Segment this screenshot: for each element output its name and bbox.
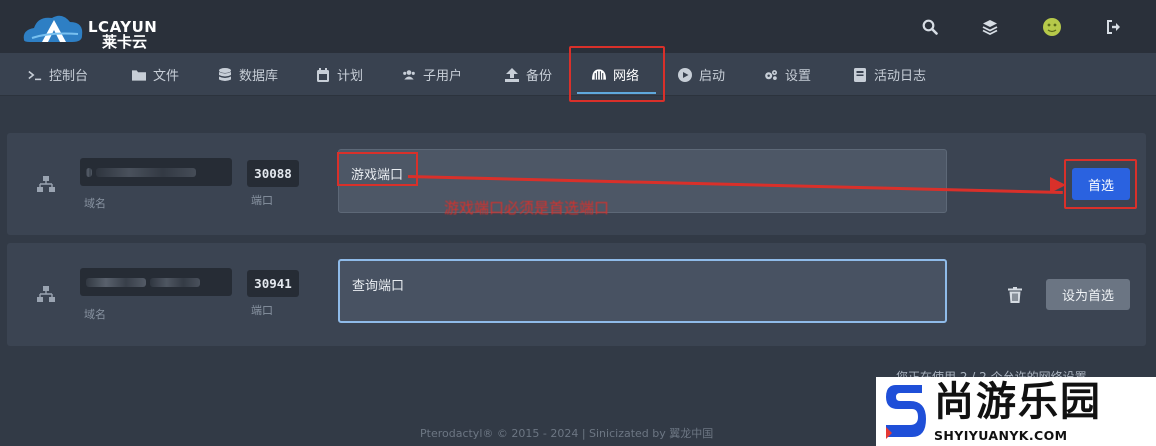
sitemap-icon	[37, 176, 55, 192]
watermark-url: SHYIYUANYK.COM	[934, 428, 1068, 443]
highlight-box-primary-button	[1064, 159, 1137, 209]
port-label: 端口	[251, 304, 273, 317]
layers-icon[interactable]	[980, 17, 1000, 37]
tab-files-label: 文件	[153, 69, 180, 84]
watermark-title: 尚游乐园	[934, 379, 1102, 425]
tab-startup[interactable]: 启动	[678, 53, 725, 96]
tab-backups-label: 备份	[526, 69, 553, 84]
notes-input[interactable]: 查询端口	[338, 259, 947, 323]
footer-text: Pterodactyl® © 2015 - 2024 | Sinicizated…	[420, 427, 714, 440]
calendar-icon	[316, 67, 330, 82]
tab-console[interactable]: 控制台	[28, 53, 88, 96]
tab-subusers[interactable]: 子用户	[402, 53, 462, 96]
cloud-logo-icon	[23, 15, 83, 42]
upload-icon	[505, 67, 519, 82]
make-primary-button[interactable]: 设为首选	[1046, 279, 1130, 310]
tab-settings[interactable]: 设置	[764, 53, 811, 96]
domain-value	[80, 268, 232, 296]
port-value: 30941	[247, 270, 299, 297]
folder-icon	[132, 68, 146, 82]
play-icon	[678, 67, 692, 82]
allocation-row: 域名 30941 端口 查询端口	[7, 243, 1146, 346]
highlight-box-game-port	[337, 152, 418, 186]
tab-database[interactable]: 数据库	[218, 53, 278, 96]
domain-value	[80, 158, 232, 186]
annotation-text: 游戏端口必须是首选端口	[444, 199, 610, 217]
trash-icon[interactable]	[1008, 287, 1022, 303]
gears-icon	[764, 68, 778, 82]
logo-subtitle: 莱卡云	[102, 33, 148, 51]
port-value: 30088	[247, 160, 299, 187]
watermark-logo	[886, 385, 926, 439]
sitemap-icon	[37, 286, 55, 302]
tab-startup-label: 启动	[699, 69, 726, 84]
tab-subusers-label: 子用户	[423, 69, 463, 84]
avatar[interactable]	[1042, 17, 1062, 37]
port-label: 端口	[251, 194, 273, 207]
logout-icon[interactable]	[1104, 17, 1124, 37]
database-icon	[218, 67, 232, 82]
tab-schedules[interactable]: 计划	[316, 53, 363, 96]
tab-schedules-label: 计划	[337, 69, 364, 84]
site-watermark: 尚游乐园 SHYIYUANYK.COM	[876, 377, 1156, 446]
tab-console-label: 控制台	[49, 69, 89, 84]
tab-activity-label: 活动日志	[874, 69, 927, 84]
brand-logo[interactable]: LCAYUN 莱卡云	[20, 8, 160, 51]
book-icon	[853, 67, 867, 82]
tab-activity[interactable]: 活动日志	[853, 53, 926, 96]
search-icon[interactable]	[920, 17, 940, 37]
users-icon	[402, 68, 416, 82]
tab-database-label: 数据库	[239, 69, 279, 84]
tab-settings-label: 设置	[785, 69, 812, 84]
highlight-box-network-tab	[569, 46, 665, 102]
tab-backups[interactable]: 备份	[505, 53, 552, 96]
tab-files[interactable]: 文件	[132, 53, 179, 96]
domain-label: 域名	[84, 308, 106, 321]
terminal-icon	[28, 68, 42, 82]
allocation-row: 域名 30088 端口 游戏端口	[7, 133, 1146, 235]
domain-label: 域名	[84, 197, 106, 210]
